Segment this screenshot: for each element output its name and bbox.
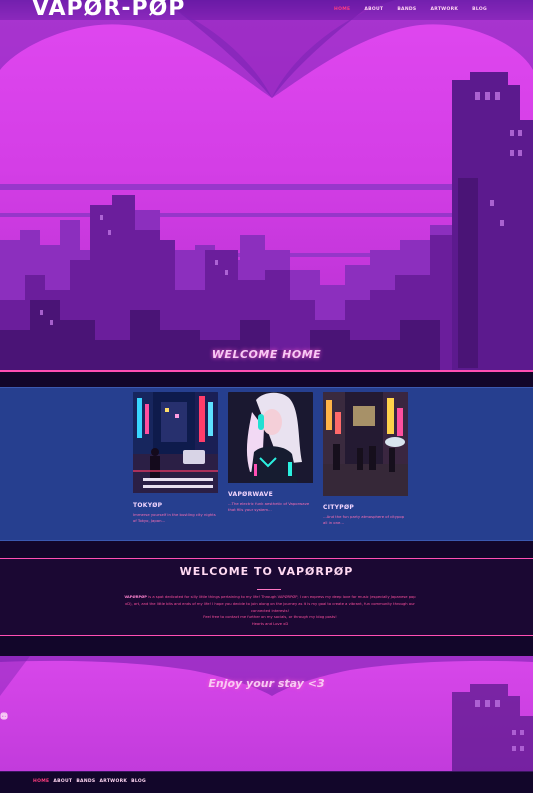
nav-artwork[interactable]: ARTWORK <box>430 7 458 12</box>
welcome-section: WELCOME TO VAPØRPØP VAPØRPØP is a spot d… <box>0 558 533 636</box>
card-description: Immerse yourself in the bustling city ni… <box>133 512 216 523</box>
nav-blog[interactable]: BLOG <box>472 7 487 12</box>
pinterest-icon[interactable] <box>0 712 278 720</box>
footer: HOME ABOUT BANDS ARTWORK BLOG <box>0 771 533 793</box>
hero-section: VAPØR-PØP HOME ABOUT BANDS ARTWORK BLOG … <box>0 0 533 372</box>
card-description: ...The electric funk aesthetic of Vaporw… <box>228 501 310 512</box>
hero-title: WELCOME HOME <box>211 348 322 361</box>
site-logo[interactable]: VAPØR-PØP <box>32 0 185 21</box>
instagram-icon[interactable] <box>0 712 248 720</box>
welcome-line-5: Hearts and Love xD <box>251 622 289 627</box>
hero-divider <box>0 370 533 372</box>
footer-nav-artwork[interactable]: ARTWORK <box>99 779 127 784</box>
discord-icon[interactable] <box>0 712 263 720</box>
footer-tagline: Enjoy your stay <3 <box>208 677 325 690</box>
nav-bands[interactable]: BANDS <box>397 7 416 12</box>
cards-section: TOKYØP Immerse yourself in the bustling … <box>0 387 533 541</box>
citypop-street-image <box>323 392 408 500</box>
vaporwave-girl-image <box>228 392 313 487</box>
hero-cityscape <box>0 0 533 372</box>
tumblr-icon[interactable] <box>2 712 293 720</box>
card-title: CITYPØP <box>323 504 355 511</box>
welcome-line-3: the journey as it is my goal to create a… <box>250 601 415 613</box>
card-title: TOKYØP <box>133 502 163 509</box>
footer-nav: HOME ABOUT BANDS ARTWORK BLOG <box>33 779 146 784</box>
brand-name: VAPØRPØP <box>124 595 148 599</box>
footer-nav-home[interactable]: HOME <box>33 779 49 784</box>
welcome-line-4: Feel free to contact me further on my so… <box>203 615 337 620</box>
card-title: VAPØRWAVE <box>228 491 274 498</box>
welcome-line-1: is a spot dedicated for silly little thi… <box>148 595 342 599</box>
welcome-body: VAPØRPØP is a spot dedicated for silly l… <box>120 594 420 628</box>
footer-hero: Enjoy your stay <3 <box>0 656 533 771</box>
top-nav: HOME ABOUT BANDS ARTWORK BLOG <box>334 7 487 12</box>
nav-about[interactable]: ABOUT <box>364 7 383 12</box>
tokyo-street-image <box>133 392 218 497</box>
welcome-title: WELCOME TO VAPØRPØP <box>179 565 354 578</box>
nav-home[interactable]: HOME <box>334 7 350 12</box>
social-links <box>0 712 533 720</box>
title-underline <box>257 589 281 590</box>
footer-nav-about[interactable]: ABOUT <box>53 779 72 784</box>
footer-nav-bands[interactable]: BANDS <box>76 779 95 784</box>
footer-nav-blog[interactable]: BLOG <box>131 779 146 784</box>
card-description: ...And the fun party atmosphere of cityp… <box>323 514 405 525</box>
